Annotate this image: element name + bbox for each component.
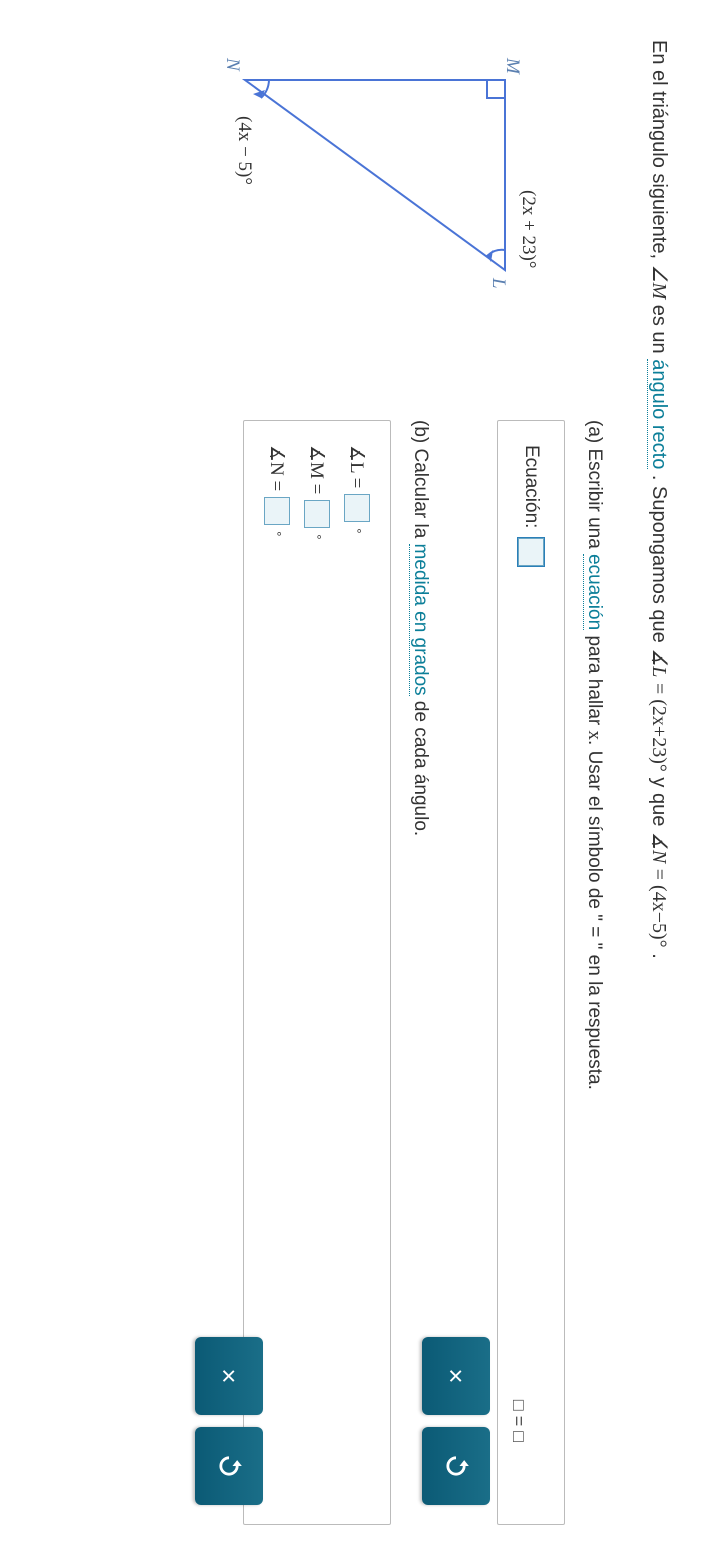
eq1: =	[648, 683, 670, 699]
undo-icon	[442, 1452, 470, 1480]
link-equation[interactable]: ecuación	[583, 554, 605, 630]
questions-column: (a) Escribir una ecuación para hallar x.…	[205, 420, 605, 1525]
equation-label: Ecuación:	[520, 445, 542, 528]
angle-L-row: ∡L = °	[344, 445, 370, 1500]
text-mid1: es un	[648, 305, 670, 359]
angle-N-input[interactable]	[264, 497, 290, 525]
eq2: =	[648, 869, 670, 885]
text-mid3: y que	[648, 777, 670, 831]
triangle-figure: (2x + 23)° L M N (4x − 5)°	[205, 40, 605, 380]
expr-L-rhs: (2x+23)°	[648, 699, 670, 772]
equation-template-hint[interactable]: □ = □	[504, 1392, 533, 1450]
deg-N: °	[270, 531, 285, 536]
angle-N-row: ∡N = °	[264, 445, 290, 1500]
label-L-expr: (2x + 23)°	[518, 190, 539, 268]
hint-left: □	[509, 1400, 529, 1411]
triangle-svg: (2x + 23)° L M N (4x − 5)°	[205, 40, 545, 360]
clear-button[interactable]: ×	[422, 1337, 490, 1415]
angles-answer-box: ∡L = ° ∡M = ° ∡N = °	[243, 420, 391, 1525]
b-pre: (b) Calcular la	[410, 420, 431, 544]
a-pre: (a) Escribir una	[584, 420, 605, 554]
page-content: En el triángulo siguiente, ∠M es un ángu…	[0, 0, 703, 1565]
vertex-L: L	[488, 277, 509, 289]
angle-M-symbol: ∠M	[648, 265, 670, 300]
vertex-N: N	[222, 57, 243, 72]
a-post: . Usar el símbolo de " = " en la respues…	[584, 740, 605, 1090]
x-icon: ×	[441, 1368, 472, 1383]
angle-L-input[interactable]	[344, 494, 370, 522]
deg-M: °	[310, 534, 325, 539]
angle-N-label: ∡N =	[266, 445, 289, 491]
deg-L: °	[350, 528, 365, 533]
link-degree-measure[interactable]: medida en grados	[409, 544, 431, 696]
content-row: (2x + 23)° L M N (4x − 5)° (a) Escribir …	[205, 40, 605, 1525]
part-a-text: (a) Escribir una ecuación para hallar x.…	[583, 420, 605, 1525]
text-prefix: En el triángulo siguiente,	[648, 40, 670, 265]
angle-M-row: ∡M = °	[304, 445, 330, 1500]
text-mid2: . Supongamos que	[648, 475, 670, 648]
vertex-M: M	[502, 57, 523, 75]
text-tail: .	[648, 953, 670, 959]
a-mid: para hallar	[584, 630, 605, 730]
angle-L-label: ∡L =	[346, 445, 369, 488]
expr-N-lhs: ∡N	[648, 832, 670, 863]
hint-mid: =	[509, 1416, 529, 1427]
a-var: x	[584, 731, 605, 741]
b-post: de cada ángulo.	[410, 696, 431, 837]
expr-L-lhs: ∡L	[648, 648, 670, 677]
clear-button-b[interactable]: ×	[195, 1337, 263, 1415]
undo-icon	[215, 1452, 243, 1480]
reset-button-b[interactable]	[195, 1427, 263, 1505]
hint-right: □	[509, 1431, 529, 1442]
label-N-expr: (4x − 5)°	[234, 116, 255, 185]
toolbox-b: ×	[195, 1337, 263, 1505]
problem-statement: En el triángulo siguiente, ∠M es un ángu…	[645, 40, 673, 1525]
expr-N-rhs: (4x−5)°	[648, 885, 670, 948]
link-right-angle[interactable]: ángulo recto	[647, 359, 670, 469]
reset-button[interactable]	[422, 1427, 490, 1505]
toolbox-a: □ = □ ×	[422, 1337, 533, 1505]
equation-input[interactable]	[518, 538, 544, 566]
angle-M-label: ∡M =	[306, 445, 329, 494]
x-icon: ×	[214, 1368, 245, 1383]
angle-M-input[interactable]	[304, 500, 330, 528]
